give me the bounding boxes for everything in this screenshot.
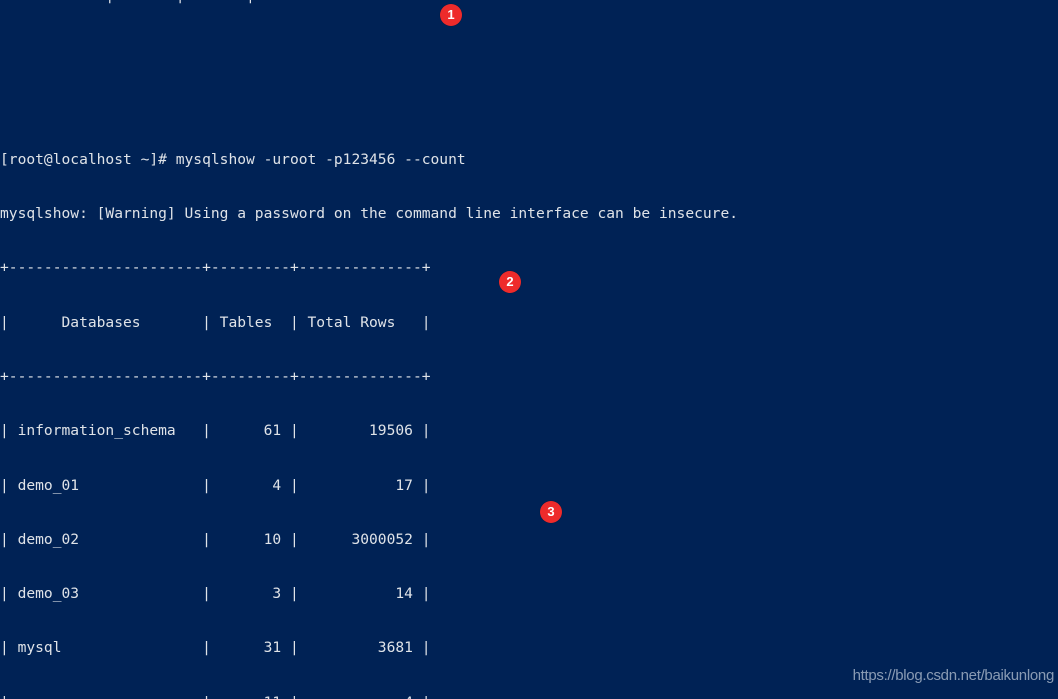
step-badge-1: 1	[440, 4, 462, 26]
command-line-1: [root@localhost ~]# mysqlshow -uroot -p1…	[0, 150, 466, 168]
table-row: | demo_02 | 10 | 3000052 |	[0, 530, 431, 548]
table1-top-rule: +----------------------+---------+------…	[0, 259, 431, 277]
terminal-screen: [root@localhost ~]# mysqlshow -uroot -p1…	[0, 0, 1058, 699]
table-row: | information_schema | 61 | 19506 |	[0, 422, 431, 440]
table1-header: | Databases | Tables | Total Rows |	[0, 313, 431, 331]
partial-line-text: | | |	[0, 0, 1058, 5]
step-badge-3: 3	[540, 501, 562, 523]
terminal-window[interactable]: | | | [root@localhost ~]# mysqlshow -uro…	[0, 0, 1058, 699]
step-badge-2: 2	[499, 271, 521, 293]
table-row: | demo_01 | 4 | 17 |	[0, 476, 431, 494]
clipped-top-row	[0, 60, 1058, 78]
table-row: | mysql | 31 | 3681 |	[0, 639, 431, 657]
table-row: | nacos | 11 | 4 |	[0, 694, 1058, 699]
scrolled-partial-line: | | |	[0, 0, 1058, 5]
warning-line-1: mysqlshow: [Warning] Using a password on…	[0, 205, 739, 223]
table-row: | demo_03 | 3 | 14 |	[0, 585, 431, 603]
table1-header-rule: +----------------------+---------+------…	[0, 367, 431, 385]
